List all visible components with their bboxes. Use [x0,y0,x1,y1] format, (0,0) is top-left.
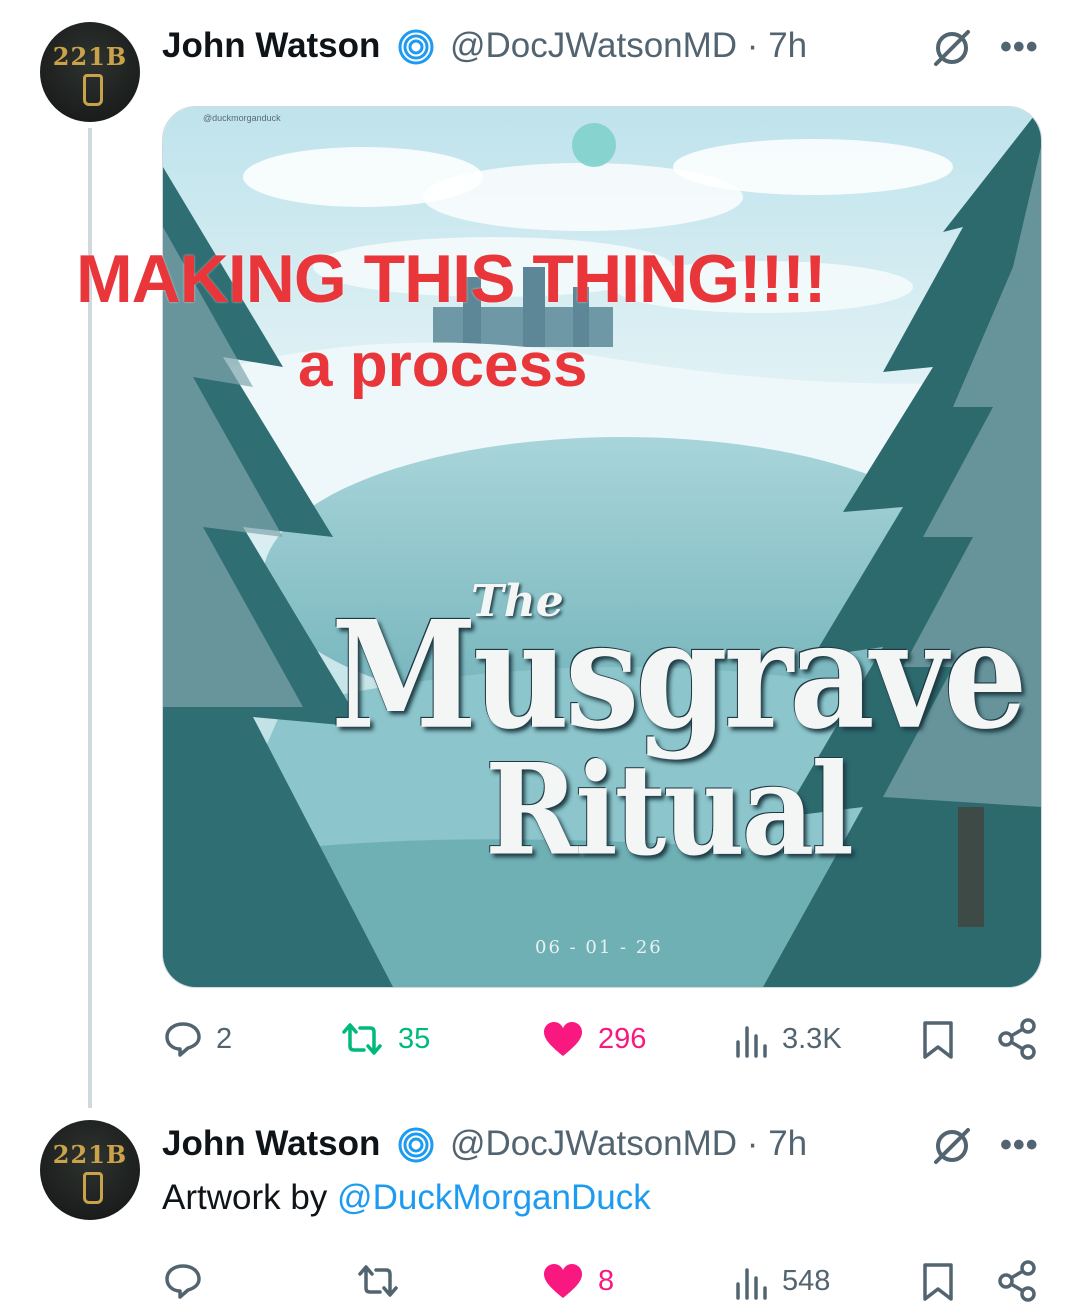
overlay-caption-line2: a process [298,331,588,400]
reply-author-name[interactable]: John Watson [162,1124,380,1164]
views-icon [736,1268,767,1300]
heart-icon [544,1264,582,1298]
artist-watermark: @duckmorganduck [203,113,281,123]
reply-button[interactable]: 2 [164,1020,232,1058]
like-count: 296 [598,1022,647,1055]
views-icon [736,1026,767,1058]
reply-count: 2 [216,1022,233,1055]
heart-icon [544,1022,582,1056]
avatar-text: 221B [52,42,128,71]
verified-badge-icon[interactable] [398,29,434,65]
reply-author-handle[interactable]: @DocJWatsonMD · 7h [450,1124,807,1164]
retweet-count: 35 [398,1022,431,1055]
share-icon[interactable] [996,1260,1038,1302]
bookmark-icon[interactable] [920,1262,956,1302]
reply-icon [165,1022,201,1057]
timestamp[interactable]: 7h [768,26,807,65]
artwork-date: 06 - 01 - 26 [535,937,663,958]
reply-avatar[interactable]: 221B [40,1120,140,1220]
tweet-media-image[interactable]: @duckmorganduck The Musgrave Ritual 06 -… [162,106,1042,988]
reply-icon [165,1264,201,1299]
grok-icon[interactable] [930,26,974,70]
retweet-icon [342,1023,382,1055]
grok-icon[interactable] [930,1124,974,1168]
overlay-caption-line1: MAKING THIS THING!!!! [76,241,827,317]
mention-link[interactable]: @DuckMorganDuck [337,1178,651,1217]
views-button[interactable]: 3.3K [734,1020,842,1058]
more-options-icon[interactable]: ••• [1000,28,1039,67]
avatar-text: 221B [52,1140,128,1169]
door-knocker-icon [83,74,103,106]
verified-badge-icon[interactable] [398,1127,434,1163]
author-handle[interactable]: @DocJWatsonMD · 7h [450,26,807,66]
timestamp[interactable]: 7h [768,1124,807,1163]
reply-button[interactable] [164,1262,202,1300]
share-icon[interactable] [996,1018,1038,1060]
author-name[interactable]: John Watson [162,26,380,66]
avatar[interactable]: 221B [40,22,140,122]
like-button[interactable]: 296 [542,1020,646,1058]
views-count: 3.3K [782,1022,842,1055]
retweet-button[interactable]: 35 [340,1020,430,1058]
separator-dot: · [746,26,759,65]
retweet-button[interactable] [356,1262,400,1300]
retweet-icon [358,1265,398,1297]
reply-body-text: Artwork by [162,1178,338,1217]
bookmark-icon[interactable] [920,1020,956,1060]
handle-text: @DocJWatsonMD [450,26,738,65]
views-button[interactable]: 548 [734,1262,830,1300]
like-count: 8 [598,1264,615,1297]
more-options-icon[interactable]: ••• [1000,1126,1039,1165]
door-knocker-icon [83,1172,103,1204]
separator-dot: · [746,1124,759,1163]
artwork-title-sub: Ritual [485,737,854,884]
handle-text: @DocJWatsonMD [450,1124,738,1163]
like-button[interactable]: 8 [542,1262,614,1300]
reply-body: Artwork by @DuckMorganDuck [162,1178,651,1218]
views-count: 548 [782,1264,831,1297]
